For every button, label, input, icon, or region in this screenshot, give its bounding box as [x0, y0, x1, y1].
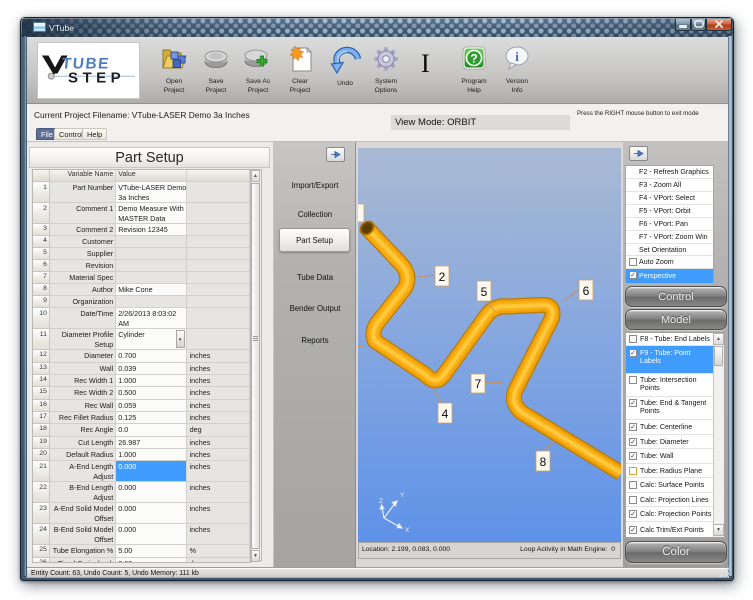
svg-text:X: X: [405, 527, 410, 534]
svg-text:6: 6: [583, 284, 590, 298]
svg-text:Z: Z: [379, 498, 383, 505]
svg-text:?: ?: [470, 52, 477, 66]
svg-text:STEP: STEP: [68, 70, 125, 87]
svg-text:5: 5: [481, 285, 488, 299]
svg-text:7: 7: [475, 377, 482, 391]
svg-text:4: 4: [442, 407, 449, 421]
svg-text:i: i: [515, 49, 519, 64]
svg-text:2: 2: [439, 270, 446, 284]
svg-text:8: 8: [540, 455, 547, 469]
svg-text:Y: Y: [400, 492, 405, 499]
